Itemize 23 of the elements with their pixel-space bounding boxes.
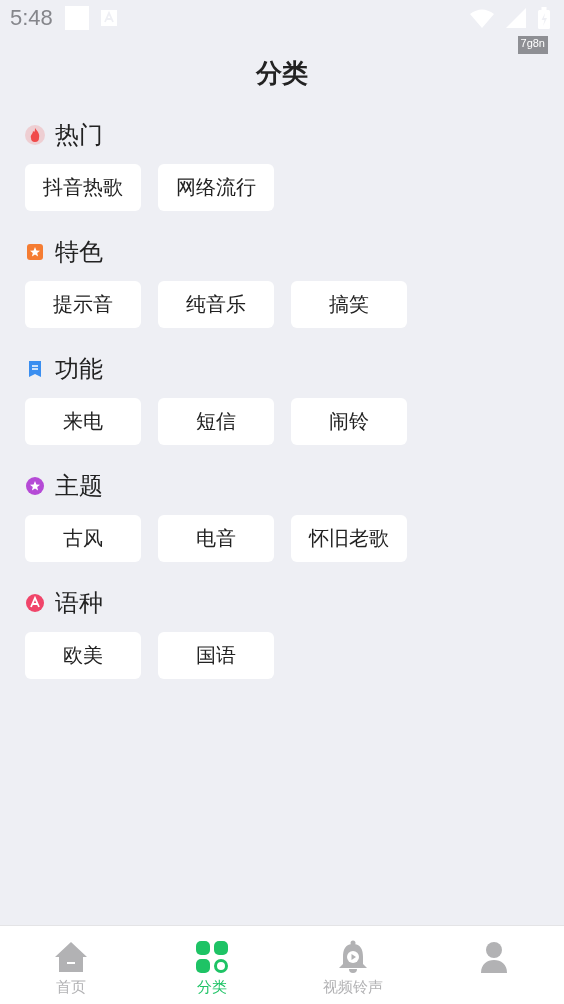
home-icon (53, 940, 88, 974)
category-chip[interactable]: 提示音 (25, 281, 141, 328)
section-title: 特色 (55, 237, 103, 268)
category-chip[interactable]: 来电 (25, 398, 141, 445)
status-time: 5:48 (10, 5, 53, 31)
section-title: 语种 (55, 588, 103, 619)
category-chip[interactable]: 怀旧老歌 (291, 515, 407, 562)
grid-icon (194, 940, 229, 974)
category-chip[interactable]: 电音 (158, 515, 274, 562)
section-title: 功能 (55, 354, 103, 385)
device-tag: 7g8n (517, 36, 548, 54)
section-title: 热门 (55, 120, 103, 151)
category-chip[interactable]: 短信 (158, 398, 274, 445)
category-chip[interactable]: 古风 (25, 515, 141, 562)
category-chip[interactable]: 国语 (158, 632, 274, 679)
category-chip[interactable]: 纯音乐 (158, 281, 274, 328)
category-chip[interactable]: 闹铃 (291, 398, 407, 445)
page-title: 分类 (254, 57, 309, 90)
section-title: 主题 (55, 471, 103, 502)
category-chip[interactable]: 搞笑 (291, 281, 407, 328)
category-chip[interactable]: 网络流行 (158, 164, 274, 211)
category-chip[interactable]: 欧美 (25, 632, 141, 679)
category-chip[interactable]: 抖音热歌 (25, 164, 141, 211)
